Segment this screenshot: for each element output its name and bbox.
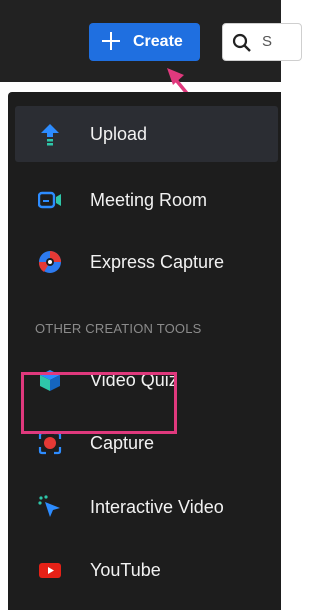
interactive-video-icon — [38, 495, 60, 517]
menu-item-label: Capture — [90, 433, 155, 453]
youtube-icon — [39, 563, 61, 578]
menu-item-label: Video Quiz — [90, 370, 178, 390]
plus-icon — [102, 32, 120, 50]
menu-item-label: Upload — [90, 124, 148, 144]
meeting-room-icon — [38, 191, 61, 209]
express-capture-icon — [38, 251, 61, 273]
create-button[interactable]: Create — [89, 23, 200, 61]
create-dropdown-menu: Upload Meeting Room Express Capture OTHE… — [8, 92, 281, 610]
menu-item-label: Express Capture — [90, 252, 225, 272]
menu-item-interactive-video[interactable]: Interactive Video — [15, 479, 278, 535]
search-icon — [232, 33, 251, 52]
menu-item-video-quiz[interactable]: Video Quiz — [15, 352, 278, 408]
capture-icon — [38, 431, 62, 455]
menu-item-youtube[interactable]: YouTube — [15, 542, 278, 598]
upload-icon — [41, 124, 59, 146]
video-quiz-icon — [40, 370, 60, 391]
top-bar: Create S — [0, 0, 302, 82]
create-button-label: Create — [133, 33, 183, 50]
menu-item-capture[interactable]: Capture — [15, 415, 278, 471]
menu-item-express-capture[interactable]: Express Capture — [15, 234, 278, 290]
search-input[interactable]: S — [222, 23, 302, 61]
search-text: S — [262, 33, 273, 50]
menu-item-label: Meeting Room — [90, 190, 208, 210]
menu-item-upload[interactable]: Upload — [15, 106, 278, 162]
menu-item-label: Interactive Video — [90, 497, 224, 517]
menu-item-meeting-room[interactable]: Meeting Room — [15, 172, 278, 228]
section-title-other-creation-tools: OTHER CREATION TOOLS — [35, 321, 202, 336]
menu-item-label: YouTube — [90, 560, 161, 580]
